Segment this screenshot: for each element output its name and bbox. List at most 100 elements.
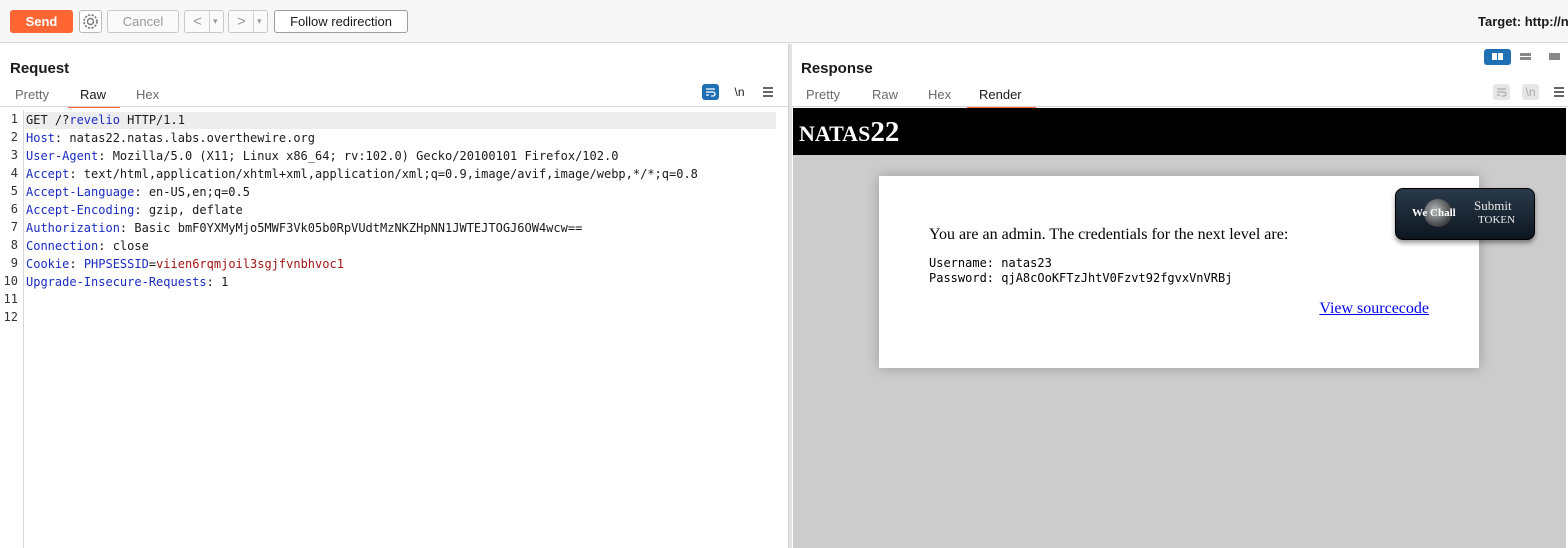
send-button[interactable]: Send	[10, 10, 73, 33]
header-name: Accept	[26, 167, 70, 181]
rendered-page: NATAS22 You are an admin. The credential…	[793, 108, 1566, 548]
header-separator: :	[69, 257, 84, 271]
natas-header: NATAS22	[793, 108, 1566, 155]
line-number: 4	[10, 166, 18, 180]
password-line: Password: qjA8cOoKFTzJhtV0Fzvt92fgvxVnVR…	[929, 271, 1233, 285]
header-value: : en-US,en;q=0.5	[134, 185, 250, 199]
line-number: 8	[10, 238, 18, 252]
method: GET /?	[26, 113, 70, 127]
token-label: TOKEN	[1478, 214, 1516, 226]
forward-button[interactable]: > ▾	[228, 10, 268, 33]
header-name: Connection	[26, 239, 99, 253]
protocol: HTTP/1.1	[119, 113, 185, 127]
natas-logo: NATAS22	[799, 116, 900, 148]
query-param: revelio	[69, 113, 120, 127]
wechall-submit-token-button[interactable]: We Chall Submit TOKEN	[1395, 188, 1535, 240]
response-tab-raw[interactable]: Raw	[872, 87, 898, 107]
wrap-lines-toggle[interactable]	[702, 84, 719, 100]
target-label[interactable]: Target: http://n	[1478, 14, 1568, 29]
request-tab-divider	[0, 106, 788, 107]
line-number: 11	[3, 292, 18, 306]
header-authorization[interactable]: Authorization: Basic bmF0YXMyMjo5MWF3Vk0…	[26, 219, 582, 237]
columns-layout-icon	[1492, 53, 1503, 60]
wechall-label: We Chall	[1412, 207, 1456, 219]
header-connection[interactable]: Connection: close	[26, 237, 149, 255]
header-name: Accept-Encoding	[26, 203, 135, 217]
line-number: 6	[10, 202, 18, 216]
request-tab-pretty[interactable]: Pretty	[15, 87, 49, 107]
submit-label: Submit	[1474, 198, 1512, 213]
layout-side-by-side-button[interactable]	[1484, 49, 1511, 65]
header-name: Cookie	[26, 257, 70, 271]
header-cookie[interactable]: Cookie: PHPSESSID=viien6rqmjoil3sgjfvnbh…	[26, 255, 344, 273]
wrap-lines-icon	[706, 88, 716, 97]
header-name: Host	[26, 131, 55, 145]
header-name: Accept-Language	[26, 185, 135, 199]
newline-toggle[interactable]: \n	[731, 84, 748, 100]
header-value: : Mozilla/5.0 (X11; Linux x86_64; rv:102…	[98, 149, 619, 163]
forward-arrow-icon: >	[237, 13, 246, 30]
response-wrap-lines-toggle[interactable]	[1493, 84, 1510, 100]
response-tab-divider	[792, 106, 1568, 107]
header-value: : close	[98, 239, 149, 253]
header-value: : text/html,application/xhtml+xml,applic…	[69, 167, 698, 181]
view-sourcecode-link[interactable]: View sourcecode	[1319, 300, 1429, 318]
back-button[interactable]: < ▾	[184, 10, 224, 33]
request-editor[interactable]: 1 2 3 4 5 6 7 8 9 10 11 12 GET /?revelio…	[0, 110, 788, 548]
request-menu-button[interactable]	[759, 84, 776, 100]
header-upgrade-insecure-requests[interactable]: Upgrade-Insecure-Requests: 1	[26, 273, 228, 291]
back-arrow-icon: <	[193, 13, 202, 30]
header-value: : natas22.natas.labs.overthewire.org	[54, 131, 315, 145]
header-accept[interactable]: Accept: text/html,application/xhtml+xml,…	[26, 165, 698, 183]
header-accept-language[interactable]: Accept-Language: en-US,en;q=0.5	[26, 183, 250, 201]
request-title: Request	[10, 60, 70, 77]
cookie-name: PHPSESSID	[83, 257, 149, 271]
response-title: Response	[801, 60, 873, 77]
response-tab-pretty[interactable]: Pretty	[806, 87, 840, 107]
response-panel: Response Pretty Raw Hex Render \n NATAS2…	[792, 44, 1568, 548]
settings-button[interactable]	[79, 10, 102, 33]
request-line[interactable]: GET /?revelio HTTP/1.1	[26, 111, 185, 129]
wrap-lines-icon	[1497, 88, 1507, 97]
cookie-equals: =	[148, 257, 157, 271]
header-value: : 1	[206, 275, 229, 289]
header-host[interactable]: Host: natas22.natas.labs.overthewire.org	[26, 129, 315, 147]
header-name: Upgrade-Insecure-Requests	[26, 275, 207, 289]
username-line: Username: natas23	[929, 256, 1052, 270]
toolbar: Send Cancel < ▾ > ▾ Follow redirection T…	[0, 0, 1568, 43]
header-value: : gzip, deflate	[134, 203, 243, 217]
hamburger-menu-icon	[763, 87, 773, 97]
forward-dropdown-icon[interactable]: ▾	[253, 11, 262, 32]
layout-stacked-button[interactable]	[1512, 49, 1539, 65]
admin-message: You are an admin. The credentials for th…	[929, 226, 1289, 243]
header-name: Authorization	[26, 221, 120, 235]
header-accept-encoding[interactable]: Accept-Encoding: gzip, deflate	[26, 201, 243, 219]
content-box: You are an admin. The credentials for th…	[879, 176, 1479, 368]
layout-toggle-group	[1484, 49, 1568, 65]
line-number: 2	[10, 130, 18, 144]
header-name: User-Agent	[26, 149, 99, 163]
follow-redirection-button[interactable]: Follow redirection	[274, 10, 408, 33]
line-number: 7	[10, 220, 18, 234]
back-dropdown-icon[interactable]: ▾	[209, 11, 218, 32]
rows-layout-icon	[1520, 53, 1531, 60]
request-tab-raw[interactable]: Raw	[67, 87, 121, 108]
request-tab-hex[interactable]: Hex	[136, 87, 159, 107]
line-number: 1	[10, 112, 18, 126]
line-number: 3	[10, 148, 18, 162]
gear-icon	[83, 14, 98, 29]
cookie-value: viien6rqmjoil3sgjfvnbhvoc1	[156, 257, 344, 271]
line-number: 5	[10, 184, 18, 198]
response-tab-hex[interactable]: Hex	[928, 87, 951, 107]
hamburger-menu-icon	[1554, 87, 1564, 97]
line-number: 9	[10, 256, 18, 270]
line-number: 12	[3, 310, 18, 324]
response-menu-button[interactable]	[1550, 84, 1567, 100]
request-panel: Request Pretty Raw Hex \n 1 2 3 4 5 6 7 …	[0, 44, 788, 548]
line-number: 10	[3, 274, 18, 288]
cancel-button[interactable]: Cancel	[107, 10, 179, 33]
header-user-agent[interactable]: User-Agent: Mozilla/5.0 (X11; Linux x86_…	[26, 147, 618, 165]
layout-tabs-button[interactable]	[1540, 49, 1568, 65]
response-tab-render[interactable]: Render	[967, 87, 1036, 108]
response-newline-toggle[interactable]: \n	[1522, 84, 1539, 100]
